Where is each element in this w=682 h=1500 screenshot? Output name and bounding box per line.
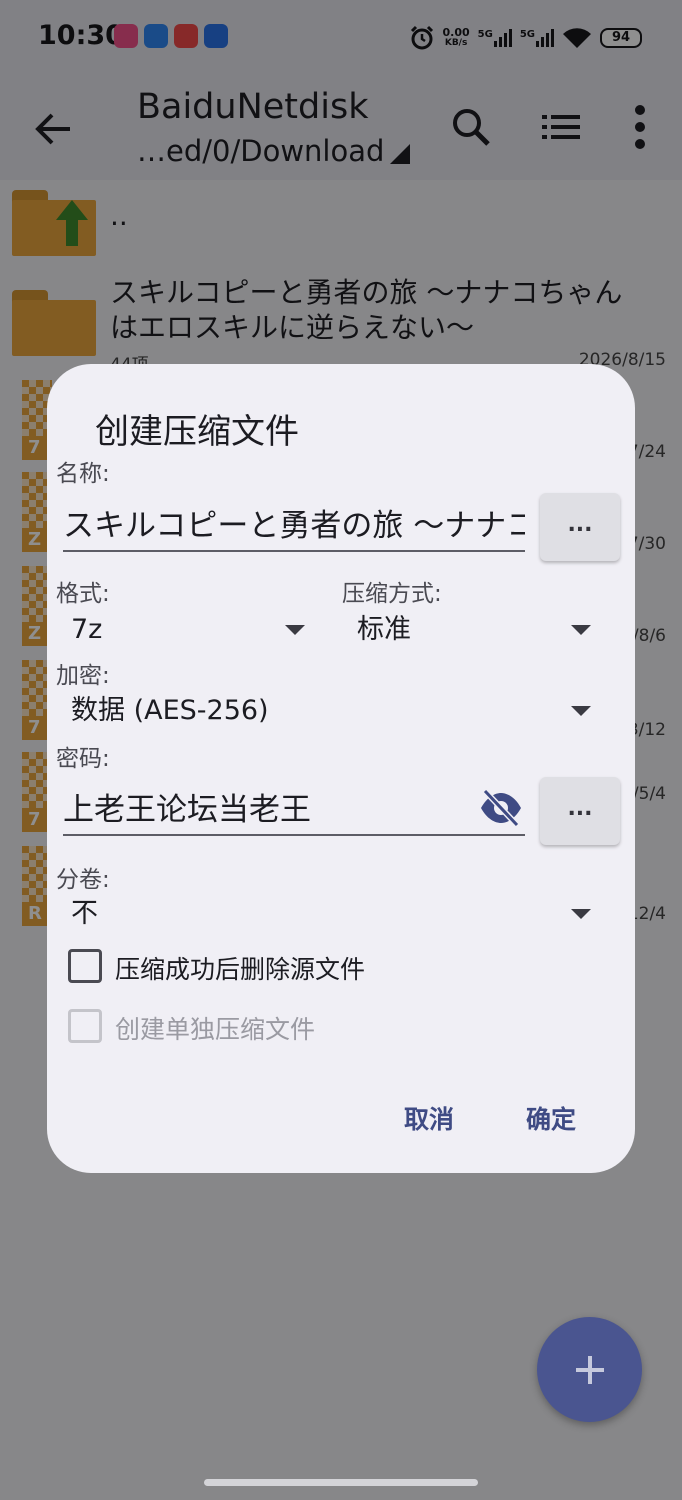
dialog-title: 创建压缩文件 (95, 412, 299, 452)
archive-name-input[interactable]: スキルコピーと勇者の旅 ～ナナコちゃんはエロスキルに逆らえない～ (63, 502, 525, 552)
compression-method-select[interactable]: 标准 (357, 608, 591, 652)
format-select[interactable]: 7z (71, 608, 305, 652)
encryption-select[interactable]: 数据 (AES-256) (71, 689, 591, 733)
compression-method-label: 压缩方式: (342, 581, 442, 607)
delete-source-checkbox[interactable] (68, 949, 102, 983)
name-label: 名称: (56, 461, 110, 487)
chevron-down-icon (285, 625, 305, 635)
add-fab-button[interactable] (537, 1317, 642, 1422)
encryption-value: 数据 (AES-256) (71, 695, 269, 726)
chevron-down-icon (571, 706, 591, 716)
home-indicator[interactable] (204, 1479, 478, 1486)
ok-button[interactable]: 确定 (526, 1100, 576, 1136)
format-value: 7z (71, 614, 103, 645)
browse-name-button[interactable]: ... (540, 493, 620, 561)
separate-archive-checkbox (68, 1009, 102, 1043)
eye-off-icon[interactable] (479, 788, 523, 828)
create-archive-dialog: 创建压缩文件 名称: スキルコピーと勇者の旅 ～ナナコちゃんはエロスキルに逆らえ… (47, 364, 635, 1173)
chevron-down-icon (571, 625, 591, 635)
separate-archive-label: 创建单独压缩文件 (115, 1015, 316, 1044)
format-label: 格式: (56, 581, 110, 607)
split-label: 分卷: (56, 867, 110, 893)
password-options-button[interactable]: ... (540, 777, 620, 845)
split-value: 不 (71, 898, 98, 929)
password-input[interactable]: 上老王论坛当老王 (63, 786, 525, 836)
encryption-label: 加密: (56, 663, 110, 689)
compression-method-value: 标准 (357, 614, 411, 645)
chevron-down-icon (571, 909, 591, 919)
password-label: 密码: (56, 746, 110, 772)
cancel-button[interactable]: 取消 (404, 1100, 454, 1136)
split-select[interactable]: 不 (71, 892, 591, 936)
delete-source-label[interactable]: 压缩成功后删除源文件 (115, 950, 365, 986)
plus-icon (576, 1356, 604, 1384)
